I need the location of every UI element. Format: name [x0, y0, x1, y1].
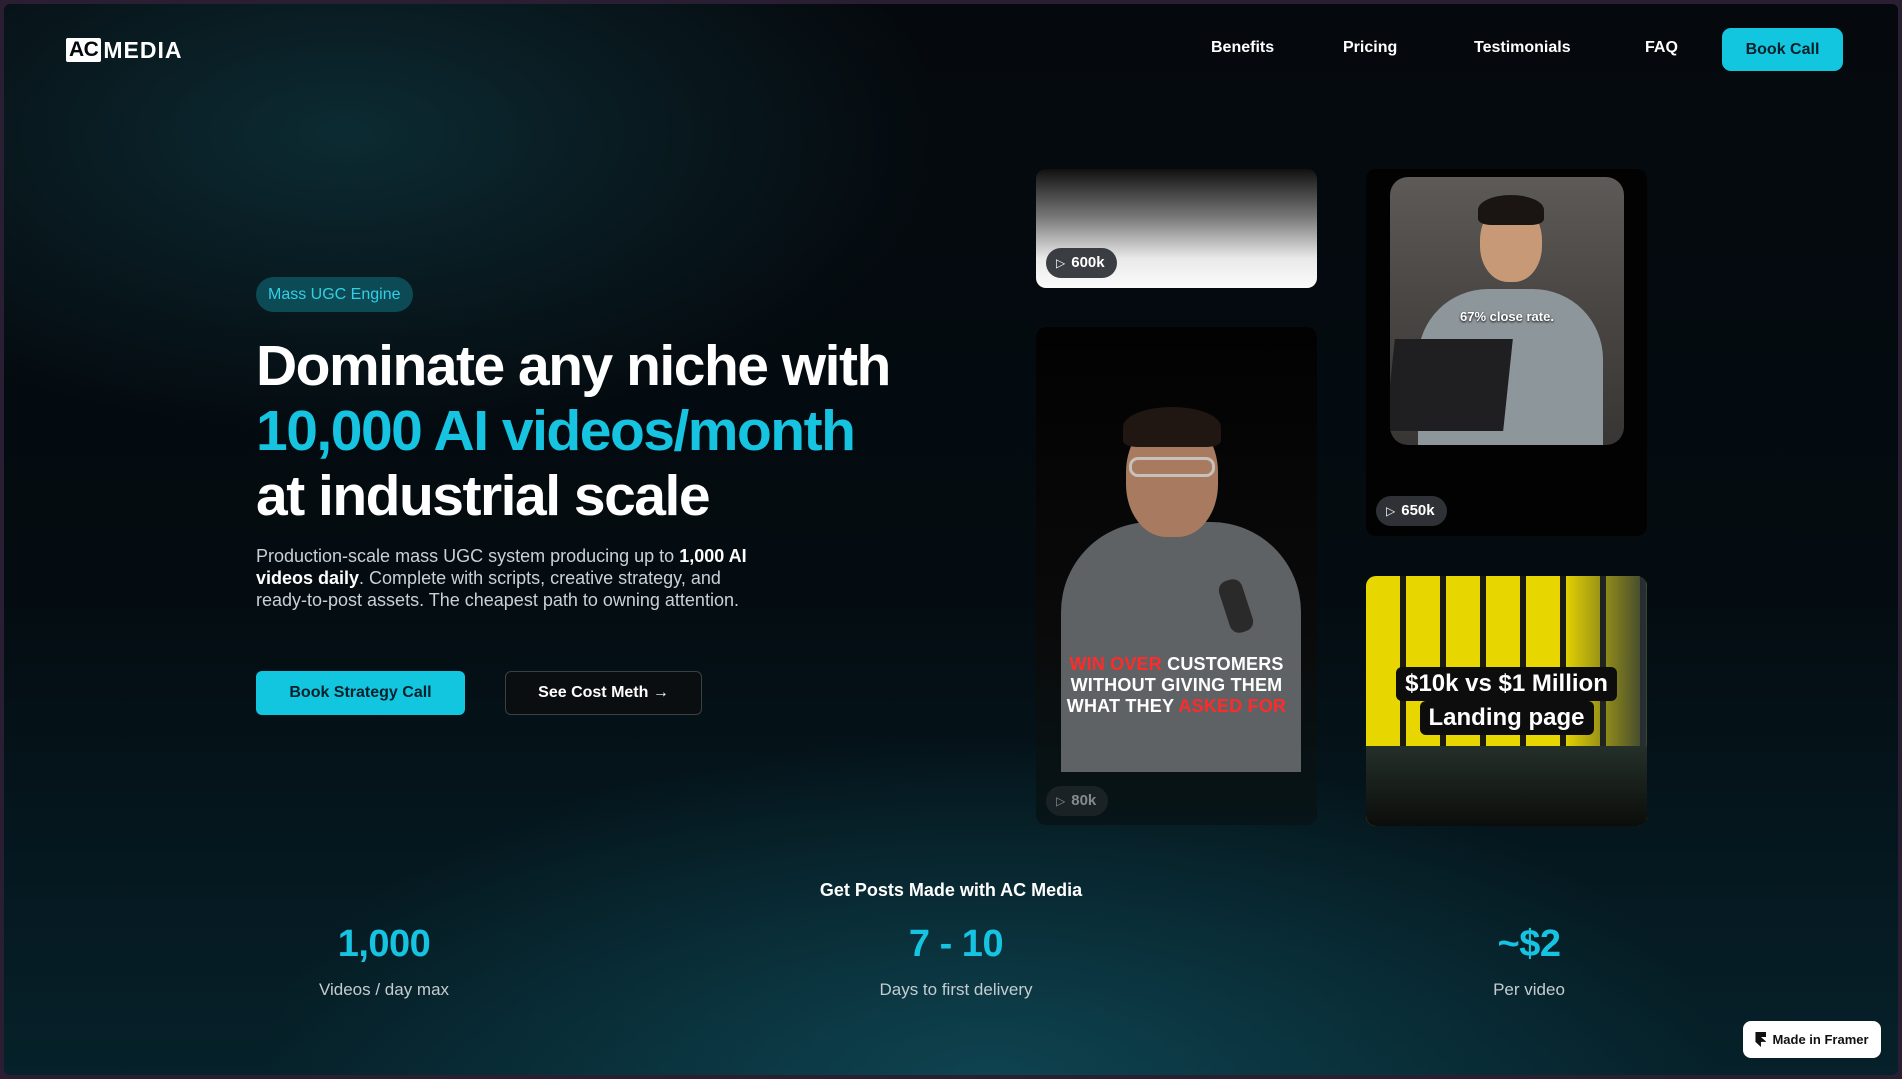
- video-overlay-text: 67% close rate.: [1460, 309, 1554, 324]
- views-badge: ▷ 600k: [1046, 248, 1117, 278]
- video-overlay-text: $10k vs $1 Million Landing page: [1366, 667, 1647, 735]
- made-in-framer-badge[interactable]: Made in Framer: [1743, 1021, 1881, 1058]
- views-badge: ▷ 80k: [1046, 786, 1109, 816]
- play-icon: ▷: [1386, 504, 1396, 518]
- play-icon: ▷: [1056, 794, 1066, 808]
- hero-title-line1: Dominate any niche with: [256, 334, 891, 398]
- stat-label: Per video: [1493, 980, 1565, 999]
- hero-subtitle: Production-scale mass UGC system produci…: [256, 545, 776, 611]
- hero-badge: Mass UGC Engine: [256, 277, 413, 312]
- caption-red1: WIN OVER: [1069, 654, 1162, 674]
- speaker-glasses: [1129, 457, 1215, 477]
- video-thumbnail: 67% close rate.: [1390, 177, 1624, 445]
- views-count: 80k: [1071, 792, 1097, 809]
- video-card-4[interactable]: $10k vs $1 Million Landing page: [1366, 576, 1647, 826]
- hero-title-line2: 10,000 AI videos/month: [256, 399, 856, 463]
- logo[interactable]: AC MEDIA: [66, 37, 182, 63]
- stat-videos-per-day: 1,000 Videos / day max: [234, 922, 534, 1000]
- video-card-1[interactable]: ▷ 600k: [1036, 169, 1317, 288]
- caption-line2: WITHOUT GIVING THEM: [1070, 675, 1283, 695]
- caption-line3: WHAT THEY ASKED FOR: [1036, 696, 1317, 717]
- caption-white3: WHAT THEY: [1066, 696, 1179, 716]
- framer-logo-icon: [1755, 1032, 1767, 1047]
- nav-pricing[interactable]: Pricing: [1343, 39, 1397, 57]
- hero-title: Dominate any niche with 10,000 AI videos…: [256, 334, 891, 529]
- book-call-button[interactable]: Book Call: [1722, 28, 1843, 71]
- hero-sub-part1: Production-scale mass UGC system produci…: [256, 546, 680, 566]
- video-card-3[interactable]: 67% close rate. ▷ 650k: [1366, 169, 1647, 536]
- overlay-line2: Landing page: [1419, 701, 1594, 735]
- laptop: [1390, 339, 1513, 431]
- stat-value: 1,000: [337, 923, 431, 965]
- nav-faq[interactable]: FAQ: [1645, 39, 1678, 57]
- stat-label: Videos / day max: [318, 980, 450, 999]
- speaker-hair: [1123, 407, 1221, 447]
- video-caption: WIN OVER CUSTOMERS WITHOUT GIVING THEM W…: [1036, 654, 1317, 717]
- page-frame: AC MEDIA Benefits Pricing Testimonials F…: [4, 4, 1898, 1075]
- stat-value: 7 - 10: [908, 923, 1004, 965]
- stat-value: ~$2: [1497, 923, 1561, 965]
- stat-days-to-delivery: 7 - 10 Days to first delivery: [806, 922, 1106, 1000]
- stats-title: Get Posts Made with AC Media: [819, 880, 1083, 900]
- nav-testimonials[interactable]: Testimonials: [1474, 39, 1571, 57]
- stat-label: Days to first delivery: [879, 980, 1033, 999]
- views-count: 650k: [1401, 502, 1435, 519]
- caption-line1: WIN OVER CUSTOMERS: [1036, 654, 1317, 675]
- nav-benefits[interactable]: Benefits: [1211, 39, 1274, 57]
- book-strategy-call-button[interactable]: Book Strategy Call: [256, 671, 465, 715]
- see-cost-button[interactable]: See Cost Meth →: [505, 671, 702, 715]
- logo-ac: AC: [66, 38, 102, 62]
- stat-per-video: ~$2 Per video: [1379, 922, 1679, 1000]
- framer-label: Made in Framer: [1772, 1032, 1869, 1047]
- views-badge: ▷ 650k: [1376, 496, 1447, 526]
- video-card-2[interactable]: WIN OVER CUSTOMERS WITHOUT GIVING THEM W…: [1036, 327, 1317, 825]
- logo-media: MEDIA: [103, 36, 183, 63]
- play-icon: ▷: [1056, 256, 1066, 270]
- speaker-body: [1061, 522, 1301, 772]
- caption-red3: ASKED FOR: [1178, 696, 1287, 716]
- caption-white1: CUSTOMERS: [1161, 654, 1284, 674]
- overlay-line1: $10k vs $1 Million: [1396, 667, 1617, 701]
- views-count: 600k: [1071, 254, 1105, 271]
- subway-floor: [1366, 746, 1647, 826]
- hero-title-line3: at industrial scale: [256, 464, 711, 528]
- person-hair: [1478, 195, 1544, 225]
